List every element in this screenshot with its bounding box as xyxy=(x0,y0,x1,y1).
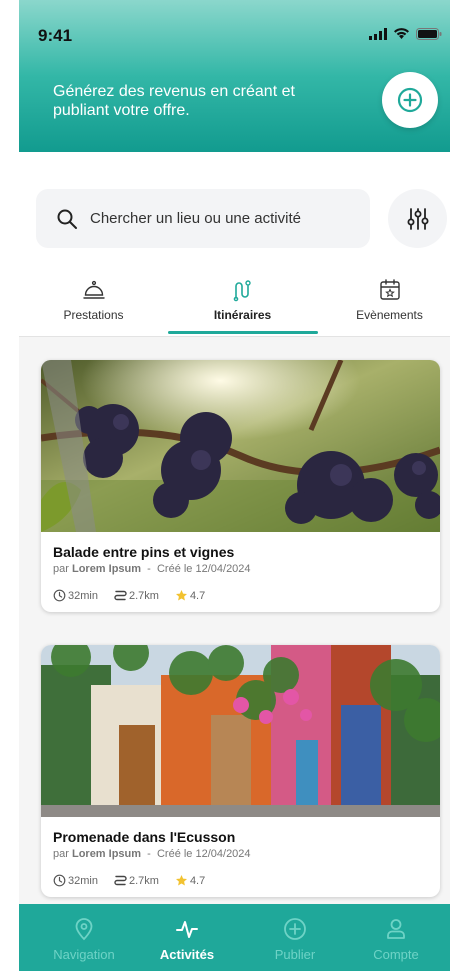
clock-icon xyxy=(53,589,66,602)
nav-item-navigation[interactable]: Navigation xyxy=(34,904,134,971)
promo-text: Générez des revenus en créant et publian… xyxy=(53,83,295,119)
tab-evenements[interactable]: Evènements xyxy=(318,272,450,336)
filter-button[interactable] xyxy=(388,189,447,248)
colorful-street-photo xyxy=(41,645,440,817)
route-distance-icon xyxy=(114,875,127,886)
nav-item-activites[interactable]: Activités xyxy=(137,904,237,971)
activity-pulse-icon xyxy=(176,921,198,938)
rating-stat: 4.7 xyxy=(175,589,205,602)
active-tab-indicator xyxy=(168,331,318,334)
duration-value: 32min xyxy=(68,874,98,887)
calendar-star-icon xyxy=(379,279,400,300)
distance-value: 2.7km xyxy=(128,874,159,887)
tab-label: Evènements xyxy=(356,308,423,322)
route-distance-icon xyxy=(114,590,127,601)
status-time: 9:41 xyxy=(38,26,73,45)
search-icon xyxy=(57,209,77,229)
tab-label: Itinéraires xyxy=(213,308,272,322)
card-meta: par Lorem Ipsum - Créé le 12/04/2024 xyxy=(53,563,428,575)
card-body: Balade entre pins et vignes par Lorem Ip… xyxy=(41,532,440,612)
nav-item-publier[interactable]: Publier xyxy=(245,904,345,971)
card-stats: 32min 2.7km 4.7 xyxy=(53,874,428,887)
app-screen: 9:41 Générez des revenus en créant et pu… xyxy=(19,0,450,971)
route-icon xyxy=(233,280,251,302)
location-pin-icon xyxy=(75,918,93,941)
distance-value: 2.7km xyxy=(128,589,159,602)
tab-label: Prestations xyxy=(63,308,124,322)
nav-item-compte[interactable]: Compte xyxy=(346,904,446,971)
author-name[interactable]: Lorem Ipsum xyxy=(72,848,141,860)
search-input[interactable] xyxy=(88,209,352,228)
plus-circle-icon xyxy=(284,918,306,940)
battery-icon xyxy=(416,27,442,40)
plus-circle-icon xyxy=(397,87,423,113)
meta-separator: - xyxy=(147,563,151,575)
duration-value: 32min xyxy=(68,589,98,602)
create-offer-button[interactable] xyxy=(382,72,438,128)
service-bell-icon xyxy=(82,280,105,299)
itinerary-feed[interactable]: Balade entre pins et vignes par Lorem Ip… xyxy=(19,337,450,907)
tab-itineraires[interactable]: Itinéraires xyxy=(171,272,314,336)
status-icons xyxy=(369,27,442,40)
itinerary-card[interactable]: Promenade dans l'Ecusson par Lorem Ipsum… xyxy=(41,645,440,897)
duration-stat: 32min xyxy=(53,874,98,887)
rating-value: 4.7 xyxy=(189,589,206,602)
user-icon xyxy=(387,919,405,939)
star-icon xyxy=(175,875,187,886)
sliders-icon xyxy=(407,207,428,230)
card-body: Promenade dans l'Ecusson par Lorem Ipsum… xyxy=(41,817,440,897)
rating-value: 4.7 xyxy=(189,874,206,887)
created-date: Créé le 12/04/2024 xyxy=(156,563,251,575)
card-stats: 32min 2.7km 4.7 xyxy=(53,589,428,602)
header: 9:41 Générez des revenus en créant et pu… xyxy=(19,0,450,152)
meta-separator: - xyxy=(147,848,151,860)
grapes-vineyard-photo xyxy=(41,360,440,532)
star-icon xyxy=(175,590,187,601)
bottom-navigation: Navigation Activités Publier Compte xyxy=(19,904,450,971)
distance-stat: 2.7km xyxy=(114,589,159,602)
duration-stat: 32min xyxy=(53,589,98,602)
nav-label: Navigation xyxy=(53,947,115,962)
nav-label: Compte xyxy=(373,947,419,962)
nav-label: Publier xyxy=(274,947,316,962)
rating-stat: 4.7 xyxy=(175,874,205,887)
search-bar[interactable] xyxy=(36,189,370,248)
tab-prestations[interactable]: Prestations xyxy=(22,272,165,336)
created-date: Créé le 12/04/2024 xyxy=(156,848,251,860)
card-meta: par Lorem Ipsum - Créé le 12/04/2024 xyxy=(53,848,428,860)
signal-icon xyxy=(369,27,387,40)
card-title: Balade entre pins et vignes xyxy=(53,544,235,560)
by-label: par xyxy=(53,563,69,575)
nav-label: Activités xyxy=(159,947,215,962)
itinerary-card[interactable]: Balade entre pins et vignes par Lorem Ip… xyxy=(41,360,440,612)
category-tabs: Prestations Itinéraires Evènements xyxy=(19,272,450,337)
author-name[interactable]: Lorem Ipsum xyxy=(72,563,141,575)
wifi-icon xyxy=(394,28,409,39)
distance-stat: 2.7km xyxy=(114,874,159,887)
by-label: par xyxy=(53,848,69,860)
clock-icon xyxy=(53,874,66,887)
card-title: Promenade dans l'Ecusson xyxy=(53,829,236,845)
